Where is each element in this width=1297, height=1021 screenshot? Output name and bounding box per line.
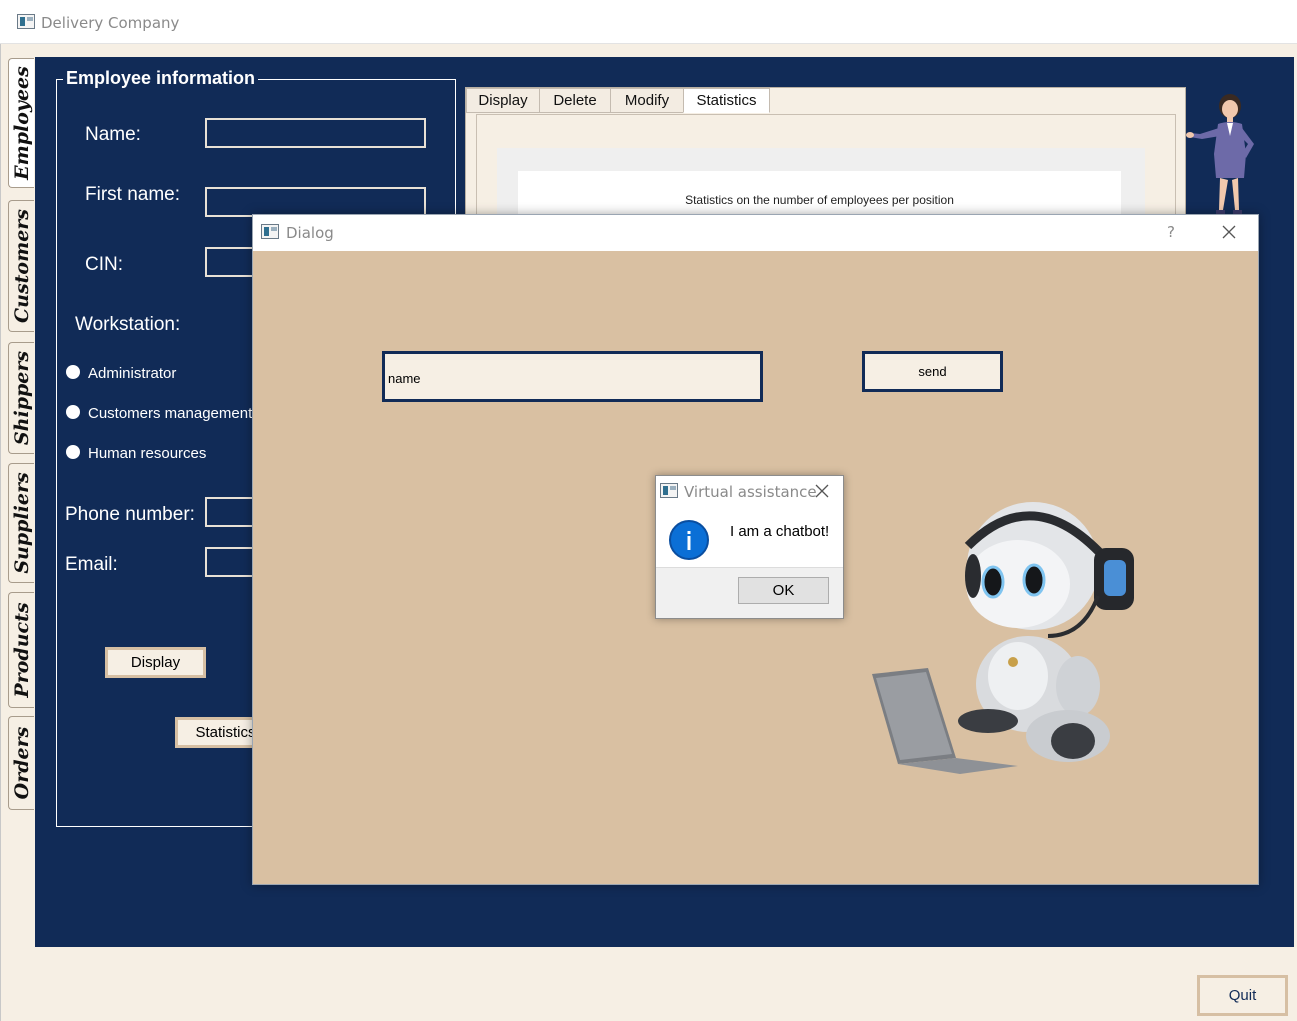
send-button[interactable]: send — [862, 351, 1003, 392]
assistant-illustration — [1186, 94, 1254, 214]
first-name-label: First name: — [85, 184, 181, 205]
tab-products-label: Products — [10, 602, 33, 698]
phone-label: Phone number: — [65, 504, 195, 525]
workstation-label: Workstation: — [75, 314, 181, 335]
tab-orders-label: Orders — [10, 726, 33, 800]
display-button[interactable]: Display — [105, 647, 206, 678]
tab-customers[interactable]: Customers — [8, 200, 34, 332]
chat-name-input[interactable]: name — [382, 351, 763, 402]
dialog-title: Dialog — [286, 224, 334, 242]
app-icon — [17, 14, 35, 29]
first-name-field[interactable] — [205, 187, 426, 217]
msgbox-app-icon — [660, 483, 678, 498]
tab-shippers-label: Shippers — [10, 350, 33, 446]
tab-employees-label: Employees — [10, 66, 33, 180]
tab-delete[interactable]: Delete — [539, 88, 611, 113]
email-label: Email: — [65, 554, 118, 575]
robot-illustration — [872, 502, 1134, 774]
dialog-titlebar — [253, 215, 1258, 251]
name-label: Name: — [85, 124, 141, 145]
tab-shippers[interactable]: Shippers — [8, 342, 34, 454]
msgbox-close-icon[interactable] — [815, 484, 829, 498]
cin-label: CIN: — [85, 254, 123, 275]
tab-statistics[interactable]: Statistics — [683, 88, 770, 113]
dialog-close-icon[interactable] — [1222, 225, 1236, 239]
radio-human-resources-label: Human resources — [88, 445, 207, 462]
name-field[interactable] — [205, 118, 426, 148]
msgbox-message: I am a chatbot! — [730, 523, 830, 540]
radio-administrator-label: Administrator — [88, 365, 177, 382]
main-titlebar — [0, 0, 1297, 44]
radio-human-resources[interactable] — [66, 445, 80, 459]
tab-modify[interactable]: Modify — [610, 88, 684, 113]
tab-customers-label: Customers — [10, 209, 33, 323]
information-icon — [669, 520, 709, 560]
tab-orders[interactable]: Orders — [8, 716, 34, 810]
quit-button[interactable]: Quit — [1197, 975, 1288, 1016]
radio-administrator[interactable] — [66, 365, 80, 379]
tab-display[interactable]: Display — [466, 88, 540, 113]
tab-products[interactable]: Products — [8, 592, 34, 708]
dialog-app-icon — [261, 224, 279, 239]
window-title: Delivery Company — [41, 14, 180, 32]
tab-suppliers[interactable]: Suppliers — [8, 463, 34, 583]
radio-customers-management[interactable] — [66, 405, 80, 419]
employee-info-title: Employee information — [63, 68, 259, 89]
help-button[interactable]: ? — [1167, 223, 1175, 241]
ok-button[interactable]: OK — [738, 577, 829, 604]
tab-suppliers-label: Suppliers — [10, 472, 33, 574]
tab-employees[interactable]: Employees — [8, 58, 34, 188]
radio-customers-management-label: Customers management — [88, 405, 253, 422]
chart-title: Statistics on the number of employees pe… — [685, 193, 954, 207]
msgbox-title: Virtual assistance — [684, 483, 817, 501]
